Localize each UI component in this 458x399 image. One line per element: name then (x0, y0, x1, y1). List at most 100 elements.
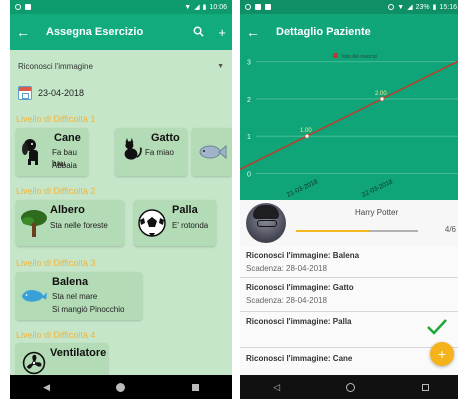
soccer-ball-icon (138, 209, 166, 237)
battery-percent: 23% (415, 3, 430, 11)
nav-home-icon[interactable] (346, 382, 356, 392)
data-point (379, 96, 385, 102)
y-tick-label: 1 (247, 134, 251, 141)
app-bar: ← Dettaglio Paziente (240, 14, 458, 50)
selected-date: 23-04-2018 (38, 88, 85, 98)
page-title: Assegna Esercizio (46, 26, 144, 38)
exercise-list-item[interactable]: Riconosci l'immagine: Gatto Scadenza: 28… (240, 278, 458, 312)
status-time: 15:16 (439, 3, 457, 11)
fan-icon (22, 351, 46, 375)
wifi-icon: ▼ (184, 3, 192, 11)
x-tick-label: 21-03-2018 (286, 178, 319, 199)
sync-icon (388, 4, 395, 10)
exercise-card-palla[interactable]: Palla E' rotonda (134, 200, 216, 246)
nav-recents-icon[interactable] (421, 383, 429, 391)
whale-icon (21, 289, 48, 302)
y-tick-label: 2 (247, 97, 251, 104)
add-icon[interactable]: + (218, 25, 226, 40)
notification-icon (265, 4, 271, 10)
nav-home-icon[interactable] (116, 382, 126, 392)
search-icon[interactable] (193, 25, 205, 40)
notification-icon (245, 4, 251, 10)
status-time: 10:06 (209, 3, 227, 11)
dog-icon (22, 139, 38, 165)
assign-exercise-screen: ▼ ◢ ▮ 10:06 ← Assegna Esercizio + Ricono… (10, 0, 232, 399)
difficulty-level-label: Livello di Difficoltà 2 (16, 186, 96, 196)
add-icon: + (437, 346, 447, 362)
series-line (240, 60, 458, 171)
fish-icon (199, 144, 227, 160)
progress-count: 4/6 (444, 225, 456, 234)
dropdown-arrow-icon: ▼ (217, 62, 224, 70)
card-description: E' rotonda (172, 221, 209, 230)
nav-back-icon[interactable]: ◁ (273, 382, 280, 393)
exercise-due-date: Scadenza: 28-04-2018 (246, 264, 327, 273)
patient-name: Harry Potter (355, 208, 399, 217)
cat-icon (124, 138, 142, 160)
patient-detail-screen: ▼ ◢ 23% ▮ 15:16 ← Dettaglio Paziente 0 1 2… (240, 0, 458, 399)
card-description: Sta nel mare (52, 292, 98, 301)
system-nav-bar: ◁ (240, 375, 458, 399)
notification-icon (255, 4, 261, 10)
battery-icon: ▮ (202, 4, 207, 11)
y-tick-label: 3 (247, 60, 251, 67)
difficulty-level-label: Livello di Difficoltà 4 (16, 330, 96, 340)
data-label: 2.00 (375, 91, 387, 97)
y-tick-label: 0 (247, 171, 251, 178)
signal-icon: ◢ (407, 4, 413, 11)
back-arrow-icon[interactable]: ← (16, 25, 36, 39)
app-bar: ← Assegna Esercizio + (10, 14, 232, 50)
grades-chart: 0 1 2 3 1.00 2.00 21-03-2018 22-03-2018 Voto … (240, 50, 458, 200)
nav-recents-icon[interactable] (191, 383, 199, 391)
difficulty-level-label: Livello di Difficoltà 1 (16, 114, 96, 124)
patient-card[interactable]: Harry Potter 4/6 (240, 200, 458, 246)
exercise-due-date: Scadenza: 28-04-2018 (246, 296, 327, 305)
exercise-list-item[interactable]: Riconosci l'immagine: Cane (240, 348, 458, 376)
exercise-title: Riconosci l'immagine: Cane (246, 354, 353, 363)
exercise-list-item[interactable]: Riconosci l'immagine: Balena Scadenza: 2… (240, 246, 458, 278)
card-title: Cane (54, 132, 81, 144)
check-icon (427, 319, 447, 335)
card-description: Sta nelle foreste (50, 221, 108, 230)
avatar (246, 203, 286, 243)
nav-back-icon[interactable]: ◀ (43, 382, 50, 393)
exercise-list-item[interactable]: Riconosci l'immagine: Palla (240, 312, 458, 348)
card-description: Si mangiò Pinocchio (52, 305, 125, 314)
exercise-card-gatto[interactable]: Gatto Fa miao (115, 128, 187, 176)
data-label: 1.00 (300, 128, 312, 134)
card-title: Balena (52, 276, 89, 288)
exercise-type-dropdown[interactable]: Riconosci l'immagine ▼ (10, 50, 232, 82)
card-title: Albero (50, 204, 85, 216)
calendar-icon (18, 86, 32, 100)
system-nav-bar: ◀ (10, 375, 232, 399)
page-title: Dettaglio Paziente (276, 26, 371, 38)
exercise-title: Riconosci l'immagine: Palla (246, 317, 352, 326)
exercise-title: Riconosci l'immagine: Balena (246, 251, 360, 260)
card-description: Abbaia (52, 161, 77, 170)
add-exercise-button[interactable]: + (430, 342, 454, 366)
card-title: Palla (172, 204, 198, 216)
signal-icon: ◢ (194, 4, 200, 11)
status-bar: ▼ ◢ ▮ 10:06 (10, 0, 232, 14)
progress-bar (296, 230, 418, 232)
wifi-icon: ▼ (397, 3, 405, 11)
notification-icon (25, 4, 31, 10)
exercise-card-albero[interactable]: Albero Sta nelle foreste (16, 200, 124, 246)
battery-icon: ▮ (432, 4, 437, 11)
card-title: Ventilatore (50, 347, 107, 359)
back-arrow-icon[interactable]: ← (246, 25, 266, 39)
exercise-title: Riconosci l'immagine: Gatto (246, 283, 354, 292)
exercise-card-balena[interactable]: Balena Sta nel mare Si mangiò Pinocchio (16, 272, 142, 320)
card-title: Gatto (151, 132, 180, 144)
exercise-card-fish[interactable] (192, 128, 232, 176)
status-bar: ▼ ◢ 23% ▮ 15:16 (240, 0, 458, 14)
date-picker[interactable]: 23-04-2018 (18, 86, 84, 100)
legend-label: Voto dei esercizi (341, 54, 377, 60)
progress-fill (296, 230, 370, 232)
x-tick-label: 22-03-2018 (361, 178, 394, 199)
difficulty-level-label: Livello di Difficoltà 3 (16, 258, 96, 268)
tree-icon (21, 210, 47, 237)
line-chart: 0 1 2 3 1.00 2.00 21-03-2018 22-03-2018 Voto … (240, 53, 458, 199)
dropdown-value: Riconosci l'immagine (18, 61, 93, 71)
exercise-card-cane[interactable]: Cane Fa bau bau Abbaia (16, 128, 88, 176)
